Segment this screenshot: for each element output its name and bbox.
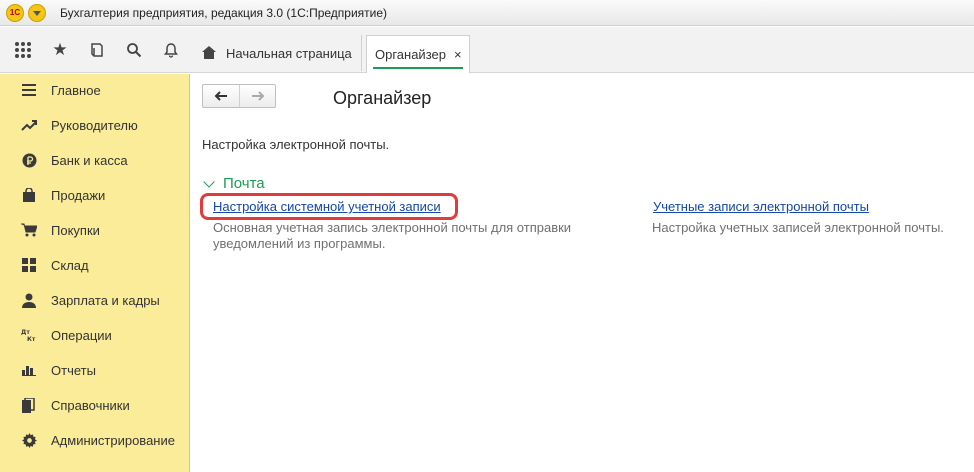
sidebar: Главное Руководителю Банк и касса Продаж… — [0, 74, 190, 472]
page-title: Органайзер — [333, 88, 432, 108]
gear-icon — [21, 432, 37, 448]
trend-up-icon — [21, 117, 37, 133]
sidebar-item-warehouse[interactable]: Склад — [0, 249, 190, 281]
group-title: Почта — [223, 175, 265, 192]
main-menu-dropdown-icon[interactable] — [28, 4, 46, 22]
sidebar-item-label: Склад — [51, 257, 89, 273]
sidebar-item-label: Главное — [51, 82, 101, 98]
sidebar-item-label: Администрирование — [51, 432, 175, 448]
sidebar-item-reports[interactable]: Отчеты — [0, 354, 190, 386]
app-logo-icon[interactable]: 1С — [6, 4, 24, 22]
sidebar-item-label: Зарплата и кадры — [51, 292, 160, 308]
bar-chart-icon — [21, 362, 37, 378]
sidebar-item-label: Отчеты — [51, 362, 96, 378]
active-tab-indicator — [373, 67, 463, 69]
tab-organizer-label: Органайзер — [375, 47, 446, 62]
apps-grid-icon[interactable] — [12, 39, 34, 61]
sidebar-item-purchases[interactable]: Покупки — [0, 214, 190, 246]
forward-button[interactable] — [239, 85, 275, 107]
page-description: Настройка электронной почты. — [202, 137, 390, 152]
home-icon — [202, 46, 216, 60]
search-icon[interactable] — [123, 39, 145, 61]
navigation-buttons — [202, 84, 276, 108]
email-accounts-hint: Настройка учетных записей электронной по… — [652, 220, 944, 235]
sidebar-item-bank[interactable]: Банк и касса — [0, 144, 190, 176]
sidebar-item-salary[interactable]: Зарплата и кадры — [0, 284, 190, 316]
sidebar-item-operations[interactable]: Дт Кт Операции — [0, 319, 190, 351]
group-mail-toggle[interactable]: Почта — [203, 175, 265, 192]
close-icon[interactable]: × — [454, 47, 462, 62]
tab-home-label: Начальная страница — [226, 45, 352, 61]
books-icon — [21, 397, 37, 413]
back-button[interactable] — [203, 85, 239, 107]
person-icon — [21, 292, 37, 308]
sidebar-item-administration[interactable]: Администрирование — [0, 424, 190, 456]
sidebar-item-label: Покупки — [51, 222, 100, 238]
history-icon[interactable] — [86, 39, 108, 61]
title-bar: 1С Бухгалтерия предприятия, редакция 3.0… — [0, 0, 974, 26]
bell-icon[interactable] — [160, 39, 182, 61]
shopping-bag-icon — [21, 187, 37, 203]
arrow-right-icon — [251, 91, 264, 101]
svg-text:Кт: Кт — [27, 336, 36, 342]
window-title: Бухгалтерия предприятия, редакция 3.0 (1… — [60, 6, 388, 20]
ruble-icon — [21, 152, 37, 168]
sidebar-item-catalogs[interactable]: Справочники — [0, 389, 190, 421]
menu-lines-icon — [21, 82, 37, 98]
chevron-down-icon — [203, 175, 215, 188]
tab-home[interactable]: Начальная страница — [194, 35, 362, 71]
arrow-left-icon — [214, 91, 227, 101]
tab-organizer[interactable]: Органайзер × — [366, 35, 470, 73]
sidebar-item-label: Справочники — [51, 397, 130, 413]
sidebar-item-manager[interactable]: Руководителю — [0, 109, 190, 141]
warehouse-grid-icon — [21, 257, 37, 273]
sidebar-item-main[interactable]: Главное — [0, 74, 190, 106]
svg-text:Дт: Дт — [21, 329, 30, 336]
sidebar-item-label: Операции — [51, 327, 112, 343]
top-toolbar: ★ Начальная страница Органайзер × — [0, 27, 974, 73]
dt-kt-icon: Дт Кт — [21, 327, 37, 343]
system-account-settings-link[interactable]: Настройка системной учетной записи — [213, 199, 441, 214]
sidebar-item-sales[interactable]: Продажи — [0, 179, 190, 211]
sidebar-item-label: Банк и касса — [51, 152, 128, 168]
system-account-settings-hint: Основная учетная запись электронной почт… — [213, 220, 572, 251]
sidebar-item-label: Продажи — [51, 187, 106, 203]
sidebar-item-label: Руководителю — [51, 117, 138, 133]
email-accounts-link[interactable]: Учетные записи электронной почты — [653, 199, 869, 214]
cart-icon — [21, 222, 37, 238]
star-icon[interactable]: ★ — [49, 39, 71, 61]
